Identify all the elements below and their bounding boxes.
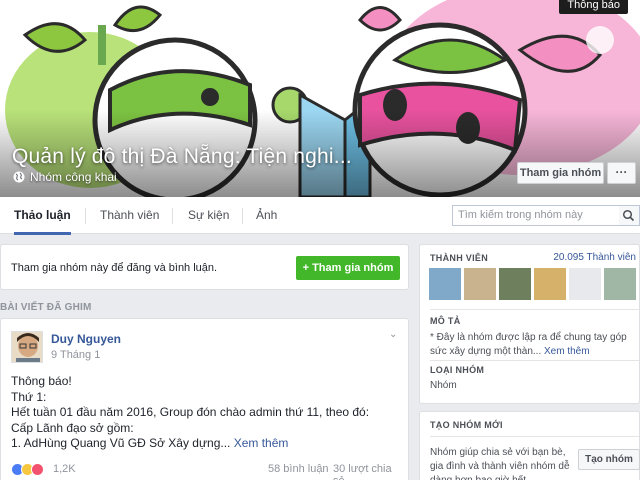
tab-photos[interactable]: Ảnh [256, 197, 277, 234]
cover-photo: Thông báo Quản lý đô thị Đà Nẵng: Tiện n… [0, 0, 640, 197]
group-title[interactable]: Quản lý đô thị Đà Nẵng: Tiện nghi... [12, 145, 352, 169]
post-line: Cấp Lãnh đạo sở gồm: [11, 420, 134, 435]
description-heading: MÔ TẢ [430, 316, 461, 326]
tab-discussion[interactable]: Thảo luận [14, 197, 71, 235]
tab-divider [172, 208, 173, 224]
group-privacy: Nhóm công khai [13, 170, 117, 184]
comments-count[interactable]: 58 bình luận [268, 463, 329, 475]
join-group-button[interactable]: Tham gia nhóm [517, 162, 604, 184]
member-avatar[interactable] [429, 268, 461, 300]
avatar[interactable] [11, 331, 43, 363]
member-avatar[interactable] [604, 268, 636, 300]
shares-count[interactable]: 30 lượt chia sẻ [333, 463, 403, 480]
group-search-input[interactable]: Tìm kiếm trong nhóm này [452, 205, 620, 226]
description-text: * Đây là nhóm được lập ra để chung tay g… [430, 332, 627, 357]
divider [430, 309, 639, 310]
post-line: Hết tuần 01 đầu năm 2016, Group đón chào… [11, 405, 370, 419]
divider [430, 360, 639, 361]
create-group-card: TẠO NHÓM MỚI Nhóm giúp chia sẻ với bạn b… [419, 411, 640, 480]
join-prompt-text: Tham gia nhóm này để đăng và bình luận. [11, 262, 218, 274]
post-line-last: 1. AdHùng Quang Vũ GĐ Sở Xây dựng... Xem… [11, 436, 403, 452]
author-photo [12, 332, 42, 362]
group-description: * Đây là nhóm được lập ra để chung tay g… [430, 331, 635, 359]
member-thumbnails [429, 268, 636, 300]
members-count[interactable]: 20.095 Thành viên [553, 252, 636, 263]
create-group-text: Nhóm giúp chia sẻ với bạn bè, gia đình v… [430, 447, 570, 480]
privacy-label: Nhóm công khai [30, 170, 117, 184]
reaction-count[interactable]: 1,2K [53, 463, 76, 475]
member-avatar[interactable] [534, 268, 566, 300]
tab-members[interactable]: Thành viên [100, 197, 159, 234]
divider [430, 436, 639, 437]
member-avatar[interactable] [569, 268, 601, 300]
reaction-icons[interactable] [11, 463, 44, 476]
pinned-post: Duy Nguyen 9 Tháng 1 ⌄ Thông báo! Thứ 1:… [0, 318, 409, 480]
group-type: Nhóm [430, 380, 457, 391]
members-heading[interactable]: THÀNH VIÊN [430, 253, 488, 263]
facebook-group-page: Thông báo Quản lý đô thị Đà Nẵng: Tiện n… [0, 0, 640, 480]
tab-divider [242, 208, 243, 224]
pinned-posts-heading: BÀI VIẾT ĐÃ GHIM [0, 302, 92, 313]
post-line: Thứ 1: [11, 389, 47, 404]
notification-label[interactable]: Thông báo [559, 0, 628, 14]
search-icon [622, 209, 635, 222]
members-card: THÀNH VIÊN 20.095 Thành viên MÔ TẢ * Đây… [419, 244, 640, 404]
join-prompt-card: Tham gia nhóm này để đăng và bình luận. … [0, 244, 409, 290]
love-icon [31, 463, 44, 476]
search-button[interactable] [619, 205, 640, 226]
chevron-down-icon[interactable]: ⌄ [389, 329, 397, 340]
post-line: Thông báo! [11, 374, 72, 388]
create-group-heading: TẠO NHÓM MỚI [430, 420, 503, 430]
reaction-bar: 1,2K 58 bình luận 30 lượt chia sẻ [11, 462, 403, 480]
tab-events[interactable]: Sự kiện [188, 197, 229, 234]
see-more-link[interactable]: Xem thêm [544, 346, 590, 357]
create-group-button[interactable]: Tạo nhóm [578, 449, 640, 470]
member-avatar[interactable] [499, 268, 531, 300]
post-body: Thông báo! Thứ 1: Hết tuần 01 đầu năm 20… [11, 374, 403, 452]
more-options-button[interactable]: ··· [607, 162, 636, 184]
post-author[interactable]: Duy Nguyen [51, 332, 121, 346]
join-group-green-button[interactable]: + Tham gia nhóm [296, 256, 400, 280]
tab-divider [85, 208, 86, 224]
globe-icon [13, 171, 25, 183]
see-more-link[interactable]: Xem thêm [234, 436, 289, 450]
post-line: 1. AdHùng Quang Vũ GĐ Sở Xây dựng... [11, 436, 231, 450]
group-type-heading: LOẠI NHÓM [430, 365, 485, 375]
member-avatar[interactable] [464, 268, 496, 300]
post-date[interactable]: 9 Tháng 1 [51, 349, 100, 361]
